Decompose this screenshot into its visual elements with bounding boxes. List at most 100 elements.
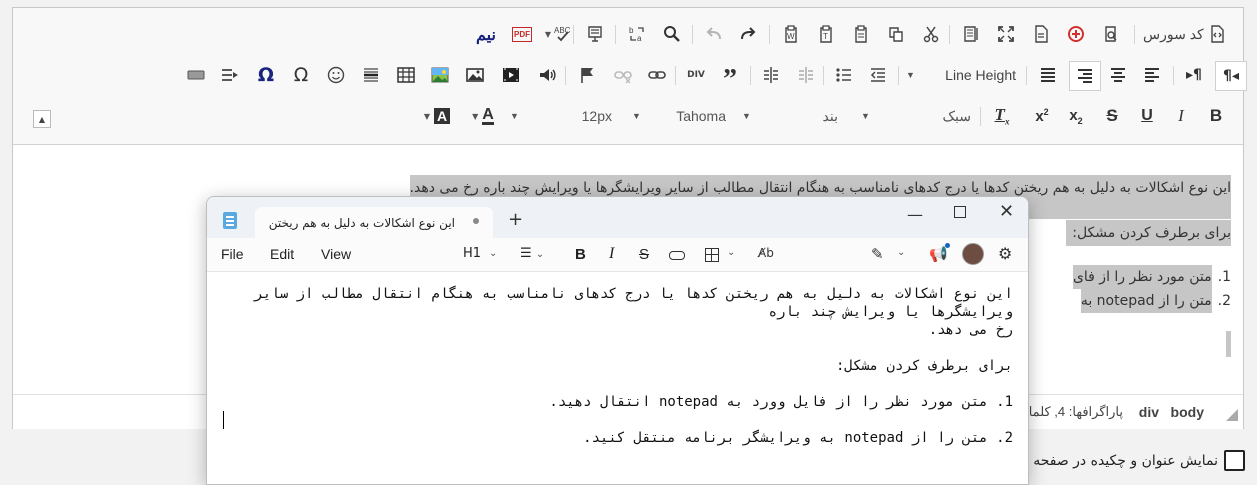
font-size-dropdown[interactable]: ▼ 12px <box>510 104 626 128</box>
table-icon[interactable] <box>393 63 419 87</box>
redo-icon[interactable] <box>735 22 761 46</box>
paste-from-word-icon[interactable]: W <box>778 22 804 46</box>
notepad-text-area[interactable]: این نوع اشکالات به دلیل به هم ریختن کدها… <box>221 285 1013 447</box>
blockquote-icon[interactable]: ” <box>717 63 743 94</box>
replace-icon[interactable]: ba <box>624 22 650 46</box>
new-document-icon[interactable] <box>1028 22 1054 46</box>
source-code-label[interactable]: کد سورس <box>1143 26 1204 43</box>
find-icon[interactable] <box>659 22 685 46</box>
list-item-text: متن را از notepad به <box>1080 289 1212 313</box>
strikethrough-icon[interactable]: S <box>1099 104 1125 128</box>
align-center-icon[interactable] <box>1105 63 1131 87</box>
paste-icon[interactable] <box>848 22 874 46</box>
content-list-item-2: 2. متن را از notepad به <box>1073 289 1231 313</box>
notepad-tab[interactable]: این نوع اشکالات به دلیل به هم ریختن <box>255 207 493 238</box>
show-blocks-icon[interactable] <box>958 22 984 46</box>
special-character-icon[interactable]: Ω <box>288 63 314 87</box>
notepad-italic-icon[interactable]: I <box>609 245 614 263</box>
notepad-cursor-line <box>221 411 1013 429</box>
align-justify-icon[interactable] <box>1035 63 1061 87</box>
paste-text-icon[interactable]: T <box>813 22 839 46</box>
italic-icon[interactable]: I <box>1168 104 1194 128</box>
settings-gear-icon[interactable]: ⚙ <box>998 244 1012 263</box>
line-height-dropdown[interactable]: ▼ Line Height <box>906 63 1016 87</box>
image-gallery-icon[interactable] <box>427 63 453 87</box>
menu-view[interactable]: View <box>321 246 351 262</box>
cut-icon[interactable] <box>918 22 944 46</box>
unsaved-dot-icon[interactable] <box>473 218 479 224</box>
notepad-line-2: رخ می دهد. <box>928 322 1013 338</box>
anchor-flag-icon[interactable] <box>574 63 600 87</box>
separator <box>675 66 676 85</box>
notifications-icon[interactable]: 📢 <box>929 245 948 263</box>
copilot-dropdown-chevron-icon[interactable]: ⌄ <box>897 247 905 258</box>
maximize-icon[interactable] <box>993 22 1019 46</box>
collapse-toolbar-icon[interactable]: ▲ <box>33 110 51 128</box>
find-in-file-icon[interactable] <box>1098 22 1124 46</box>
create-div-icon[interactable] <box>758 63 784 87</box>
notepad-link-icon[interactable] <box>669 251 685 260</box>
special-copyright-icon[interactable] <box>1063 22 1089 46</box>
text-field-icon[interactable] <box>183 63 209 87</box>
superscript-icon[interactable]: x2 <box>1029 104 1055 128</box>
minimize-icon[interactable]: — <box>907 205 923 224</box>
resize-grip-icon[interactable] <box>1226 409 1238 421</box>
copy-icon[interactable] <box>883 22 909 46</box>
menu-edit[interactable]: Edit <box>270 246 294 262</box>
notepad-list-item-2: 2. متن را از notepad به ویرایشگر برنامه … <box>583 430 1013 446</box>
menu-file[interactable]: File <box>221 246 244 262</box>
align-left-icon[interactable] <box>1139 63 1165 87</box>
half-space-button[interactable]: نیم <box>476 25 496 45</box>
div-container-icon[interactable] <box>793 63 819 87</box>
background-color-icon[interactable]: ▼ A <box>417 104 457 128</box>
format-dropdown[interactable]: ▼ بند <box>742 104 854 128</box>
iframe-icon[interactable] <box>217 63 243 87</box>
new-tab-icon[interactable]: + <box>508 211 523 229</box>
table-dropdown-chevron-icon[interactable]: ⌄ <box>727 247 735 258</box>
style-dropdown[interactable]: ▼ سبک <box>861 104 971 128</box>
special-character-alt-icon[interactable]: Ω <box>253 63 279 87</box>
link-icon[interactable] <box>644 63 670 87</box>
notepad-table-icon[interactable] <box>705 248 719 262</box>
text-color-icon[interactable]: ▼ A <box>463 104 503 128</box>
audio-icon[interactable] <box>534 63 560 87</box>
video-icon[interactable] <box>498 63 524 87</box>
unlink-icon[interactable] <box>610 63 636 87</box>
separator <box>1026 66 1027 85</box>
word-count: پاراگرافها: 4, کلما <box>1028 404 1123 419</box>
strike-glyph: S <box>1106 106 1118 125</box>
templates-icon[interactable] <box>582 22 608 46</box>
align-right-icon[interactable] <box>1069 61 1101 91</box>
bulleted-list-icon[interactable] <box>831 63 857 87</box>
notepad-bold-icon[interactable]: B <box>575 246 586 263</box>
close-icon[interactable]: ✕ <box>999 201 1014 222</box>
undo-icon[interactable] <box>701 22 727 46</box>
image-icon[interactable] <box>462 63 488 87</box>
notepad-strike-icon[interactable]: S <box>639 246 649 263</box>
heading-dropdown[interactable]: H1 ⌄ <box>463 246 497 261</box>
remove-format-icon[interactable]: Tx <box>989 104 1015 128</box>
ltr-direction-icon[interactable]: ▸¶ <box>1181 63 1207 87</box>
copilot-icon[interactable]: ✎ <box>871 245 884 263</box>
font-dropdown[interactable]: ▼ Tahoma <box>632 104 734 128</box>
export-pdf-icon[interactable]: PDF <box>508 22 536 46</box>
list-dropdown-icon[interactable]: ☰ ⌄ <box>520 246 544 261</box>
clear-formatting-icon[interactable]: A̸b <box>758 246 774 260</box>
separator <box>980 107 981 126</box>
path-div[interactable]: div <box>1139 404 1159 420</box>
maximize-window-icon[interactable] <box>954 206 966 218</box>
notepad-titlebar: این نوع اشکالات به دلیل به هم ریختن + — … <box>207 197 1028 238</box>
smiley-icon[interactable] <box>323 63 349 87</box>
avatar[interactable] <box>962 243 984 265</box>
rtl-direction-icon[interactable]: ¶◂ <box>1215 61 1247 91</box>
decrease-indent-icon[interactable] <box>865 63 891 87</box>
source-code-icon[interactable] <box>1204 22 1230 46</box>
path-body[interactable]: body <box>1171 404 1204 420</box>
horizontal-rule-icon[interactable] <box>358 63 384 87</box>
show-title-checkbox[interactable] <box>1224 450 1245 471</box>
underline-icon[interactable]: U <box>1134 104 1160 128</box>
subscript-icon[interactable]: x2 <box>1063 104 1089 128</box>
spellcheck-icon[interactable]: ▼ ABC <box>543 22 573 46</box>
bold-icon[interactable]: B <box>1203 104 1229 128</box>
bidi-text-icon[interactable]: DIV <box>683 63 709 87</box>
